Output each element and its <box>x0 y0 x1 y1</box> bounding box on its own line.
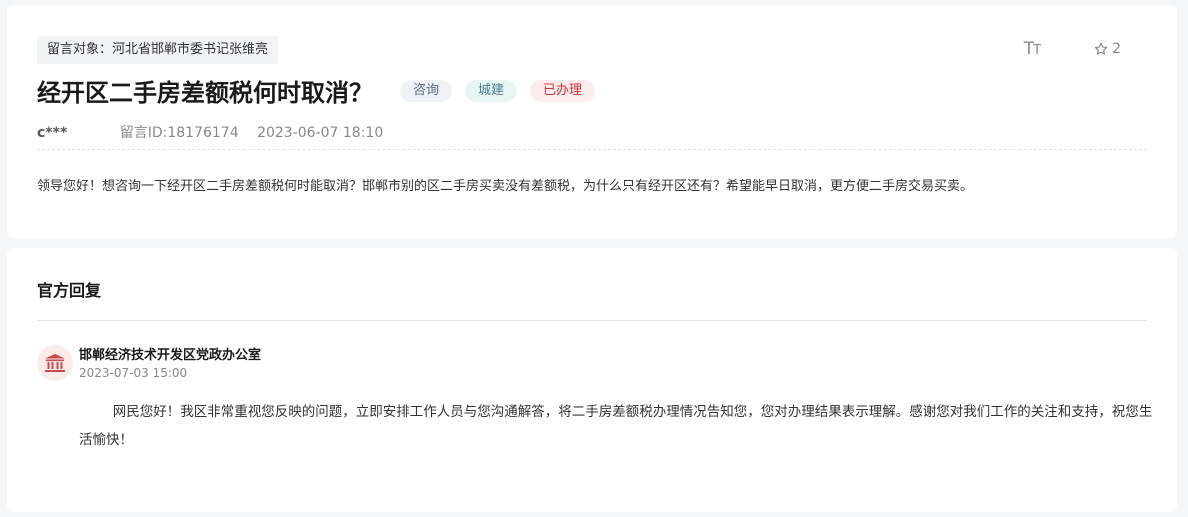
reply-timestamp: 2023-07-03 15:00 <box>79 366 188 380</box>
category-tag-urban: 城建 <box>465 79 518 102</box>
message-body: 领导您好！想咨询一下经开区二手房差额税何时能取消？邯郸市别的区二手房买卖没有差额… <box>37 179 974 194</box>
divider <box>37 320 1147 321</box>
reply-body: 网民您好！我区非常重视您反映的问题，立即安排工作人员与您沟通解答，将二手房差额税… <box>79 404 1153 448</box>
reply-card: 官方回复 邯郸经济技术开发区党政办公室 2023-07-03 15:00 网民您… <box>7 248 1177 512</box>
category-tag-consult: 咨询 <box>400 79 453 102</box>
message-target-tag: 留言对象：河北省邯郸市委书记张维亮 <box>37 36 279 64</box>
title-row: 经开区二手房差额税何时取消？ 咨询 城建 已办理 <box>37 73 596 108</box>
message-meta: c*** 留言ID:18176174 2023-06-07 18:10 <box>37 122 383 142</box>
author-name: c*** <box>37 125 68 141</box>
avatar <box>37 345 73 381</box>
message-toolbar: TT 2 <box>1024 39 1121 59</box>
divider <box>37 149 1147 150</box>
reply-heading: 官方回复 <box>37 281 102 300</box>
message-id: 留言ID:18176174 <box>119 125 239 141</box>
message-timestamp: 2023-06-07 18:10 <box>257 125 384 141</box>
star-icon <box>1094 42 1108 55</box>
favorite-button[interactable]: 2 <box>1094 41 1121 57</box>
text-size-icon[interactable]: TT <box>1024 39 1041 59</box>
government-building-icon <box>45 354 65 372</box>
message-card: 留言对象：河北省邯郸市委书记张维亮 TT 2 经开区二手房差额税何时取消？ 咨询… <box>7 5 1177 238</box>
favorite-count: 2 <box>1112 41 1121 57</box>
page-title: 经开区二手房差额税何时取消？ <box>37 79 373 107</box>
status-badge: 已办理 <box>530 79 596 102</box>
reply-org-name: 邯郸经济技术开发区党政办公室 <box>79 348 262 363</box>
